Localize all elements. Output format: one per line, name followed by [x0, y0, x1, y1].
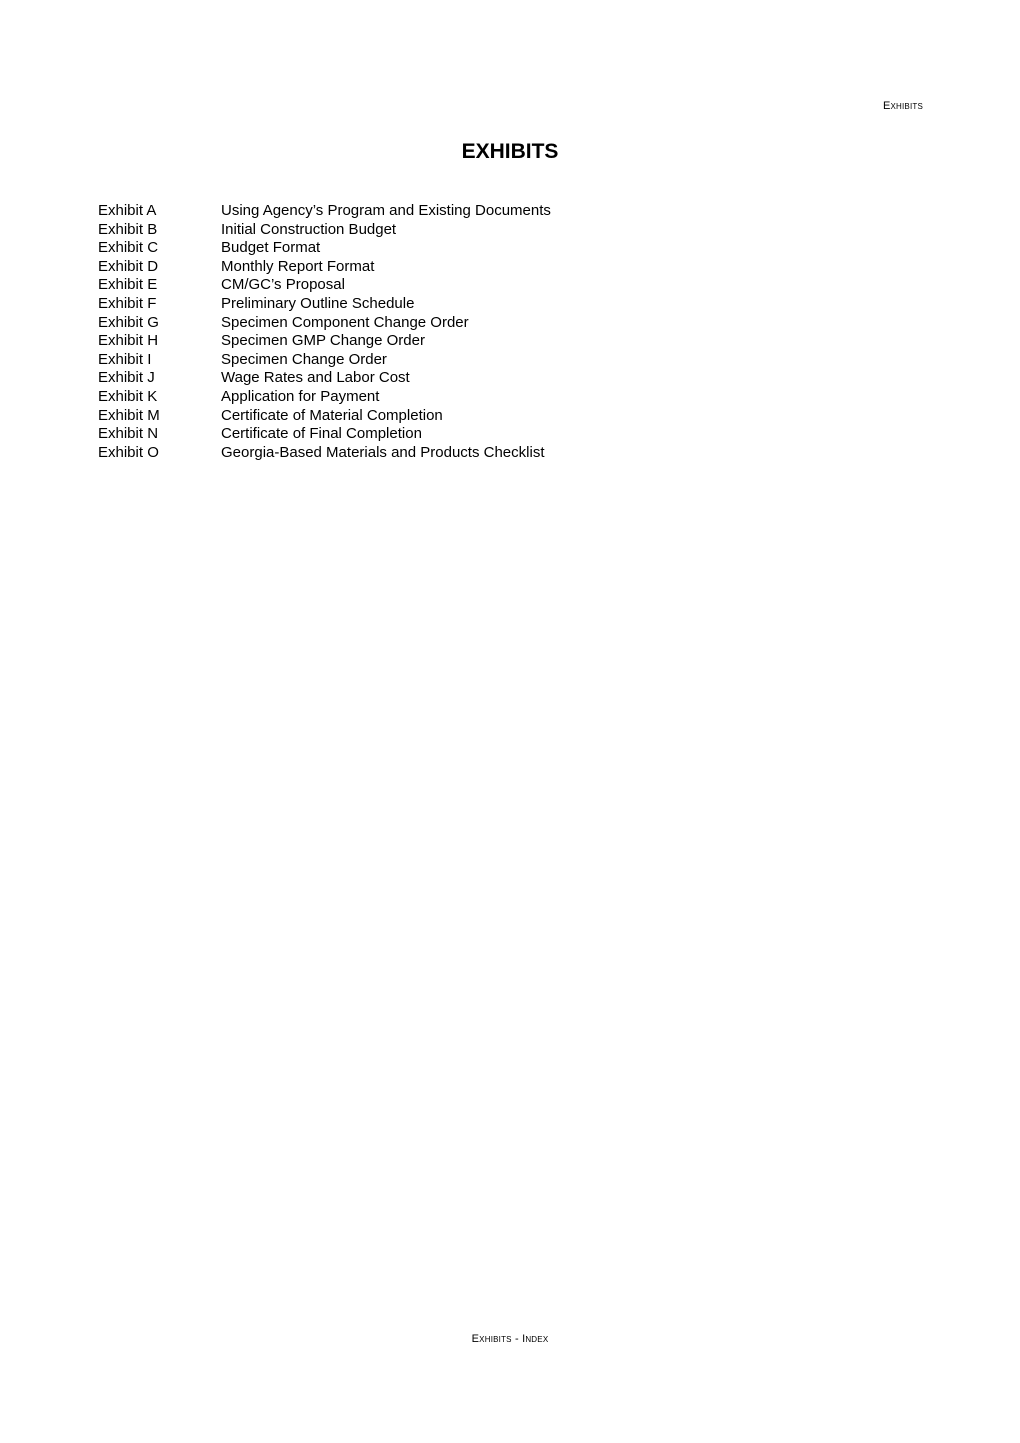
exhibit-description: Application for Payment: [221, 387, 380, 405]
exhibit-label: Exhibit N: [98, 425, 159, 443]
exhibit-row: Exhibit H Specimen GMP Change Order: [98, 332, 551, 351]
exhibit-description: Certificate of Material Completion: [221, 406, 443, 424]
page-title: EXHIBITS: [461, 140, 559, 163]
exhibit-description: Specimen GMP Change Order: [221, 332, 425, 350]
exhibit-row: Exhibit E CM/GC’s Proposal: [98, 276, 551, 295]
exhibit-description: CM/GC’s Proposal: [221, 276, 345, 294]
exhibit-row: Exhibit B Initial Construction Budget: [98, 221, 551, 240]
exhibit-row: Exhibit C Budget Format: [98, 239, 551, 258]
exhibit-row: Exhibit M Certificate of Material Comple…: [98, 407, 551, 426]
exhibit-row: Exhibit J Wage Rates and Labor Cost: [98, 369, 551, 388]
exhibit-description: Wage Rates and Labor Cost: [221, 369, 410, 387]
exhibit-description: Certificate of Final Completion: [221, 425, 422, 443]
exhibit-label: Exhibit D: [98, 257, 159, 275]
exhibit-label: Exhibit B: [98, 220, 158, 238]
exhibit-row: Exhibit D Monthly Report Format: [98, 258, 551, 277]
exhibit-label: Exhibit I: [98, 350, 152, 368]
exhibit-row: Exhibit F Preliminary Outline Schedule: [98, 295, 551, 314]
exhibit-label: Exhibit J: [98, 369, 155, 387]
exhibit-row: Exhibit A Using Agency’s Program and Exi…: [98, 202, 551, 221]
exhibit-description: Budget Format: [221, 239, 321, 257]
exhibit-label: Exhibit O: [98, 443, 159, 461]
running-header: Exhibits: [882, 100, 923, 112]
exhibit-description: Monthly Report Format: [221, 257, 375, 275]
exhibit-description: Georgia-Based Materials and Products Che…: [221, 443, 545, 461]
exhibit-label: Exhibit M: [98, 406, 160, 424]
exhibit-label: Exhibit H: [98, 332, 159, 350]
exhibit-description: Preliminary Outline Schedule: [221, 294, 415, 312]
exhibit-description: Specimen Component Change Order: [221, 313, 469, 331]
exhibit-row: Exhibit K Application for Payment: [98, 388, 551, 407]
exhibit-row: Exhibit I Specimen Change Order: [98, 351, 551, 370]
exhibit-list: Exhibit A Using Agency’s Program and Exi…: [98, 202, 551, 462]
exhibit-label: Exhibit A: [98, 202, 157, 219]
exhibit-row: Exhibit N Certificate of Final Completio…: [98, 425, 551, 444]
exhibit-row: Exhibit O Georgia-Based Materials and Pr…: [98, 444, 551, 463]
exhibit-label: Exhibit G: [98, 313, 159, 331]
page-footer: Exhibits - Index: [471, 1333, 549, 1345]
exhibit-label: Exhibit C: [98, 239, 159, 257]
exhibit-description: Initial Construction Budget: [221, 220, 397, 238]
exhibit-row: Exhibit G Specimen Component Change Orde…: [98, 314, 551, 333]
exhibit-description: Specimen Change Order: [221, 350, 387, 368]
exhibit-label: Exhibit F: [98, 294, 157, 312]
exhibit-label: Exhibit E: [98, 276, 158, 294]
exhibit-description: Using Agency’s Program and Existing Docu…: [221, 202, 551, 219]
exhibit-label: Exhibit K: [98, 387, 158, 405]
